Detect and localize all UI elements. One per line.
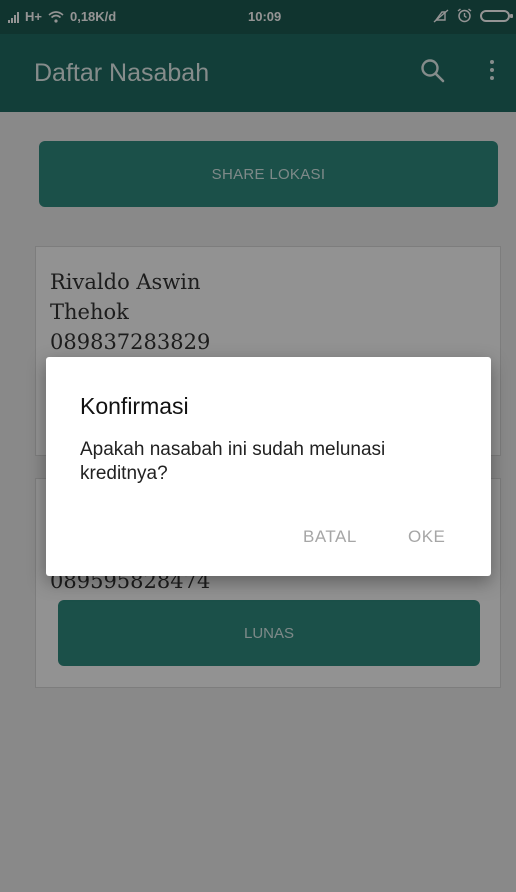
dialog-title: Konfirmasi [80,393,189,419]
cancel-button[interactable]: BATAL [303,527,357,547]
ok-button[interactable]: OKE [408,527,445,547]
confirmation-dialog: Konfirmasi Apakah nasabah ini sudah melu… [46,357,491,576]
dialog-message: Apakah nasabah ini sudah melunasi kredit… [80,439,386,484]
